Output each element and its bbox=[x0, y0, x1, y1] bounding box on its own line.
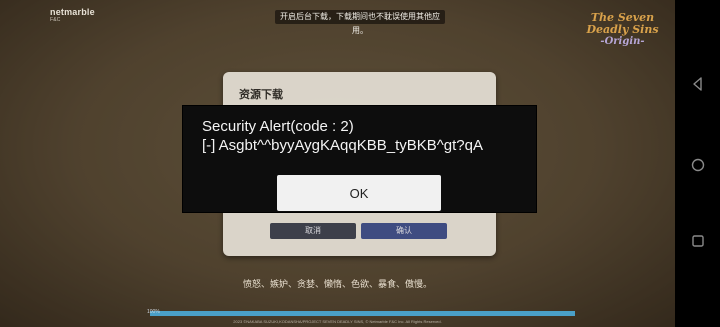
brand-name: netmarble bbox=[50, 7, 95, 17]
recent-square-icon[interactable] bbox=[691, 234, 705, 248]
resource-dialog-title: 资源下载 bbox=[239, 89, 283, 101]
background-download-notice: 开启后台下载，下载期间也不耽误使用其他应用。 bbox=[275, 10, 445, 35]
logo-line-2: Deadly Sins bbox=[586, 23, 659, 36]
download-progress-fill bbox=[150, 311, 575, 316]
brand-sub: F&C bbox=[50, 17, 61, 23]
home-circle-icon[interactable] bbox=[691, 158, 705, 172]
alert-message: [-] Asgbt^^byyAygKAqqKBB_tyBKB^gt?qA bbox=[202, 137, 483, 154]
alert-title: Security Alert(code : 2) bbox=[202, 118, 354, 135]
netmarble-logo: netmarble F&C bbox=[50, 7, 95, 23]
game-logo: The Seven Deadly Sins -Origin- bbox=[575, 12, 670, 62]
back-triangle-icon[interactable] bbox=[691, 77, 705, 91]
copyright-text: 2023 ©NAKABA SUZUKI,KODANSHA/PROJECT SEV… bbox=[233, 319, 442, 324]
loading-flavor-text: 愤怒、嫉妒、贪婪、懒惰、色欲、暴食、傲慢。 bbox=[242, 279, 432, 289]
cancel-button[interactable]: 取消 bbox=[270, 223, 356, 239]
download-progress-label: 100% bbox=[147, 309, 160, 315]
logo-line-3: -Origin- bbox=[600, 36, 645, 47]
download-progress-bar bbox=[150, 311, 575, 316]
confirm-button[interactable]: 确认 bbox=[361, 223, 447, 239]
security-alert-dialog: Security Alert(code : 2) [-] Asgbt^^byyA… bbox=[183, 106, 536, 212]
ok-button[interactable]: OK bbox=[277, 175, 441, 211]
android-navigation-bar bbox=[675, 0, 720, 327]
